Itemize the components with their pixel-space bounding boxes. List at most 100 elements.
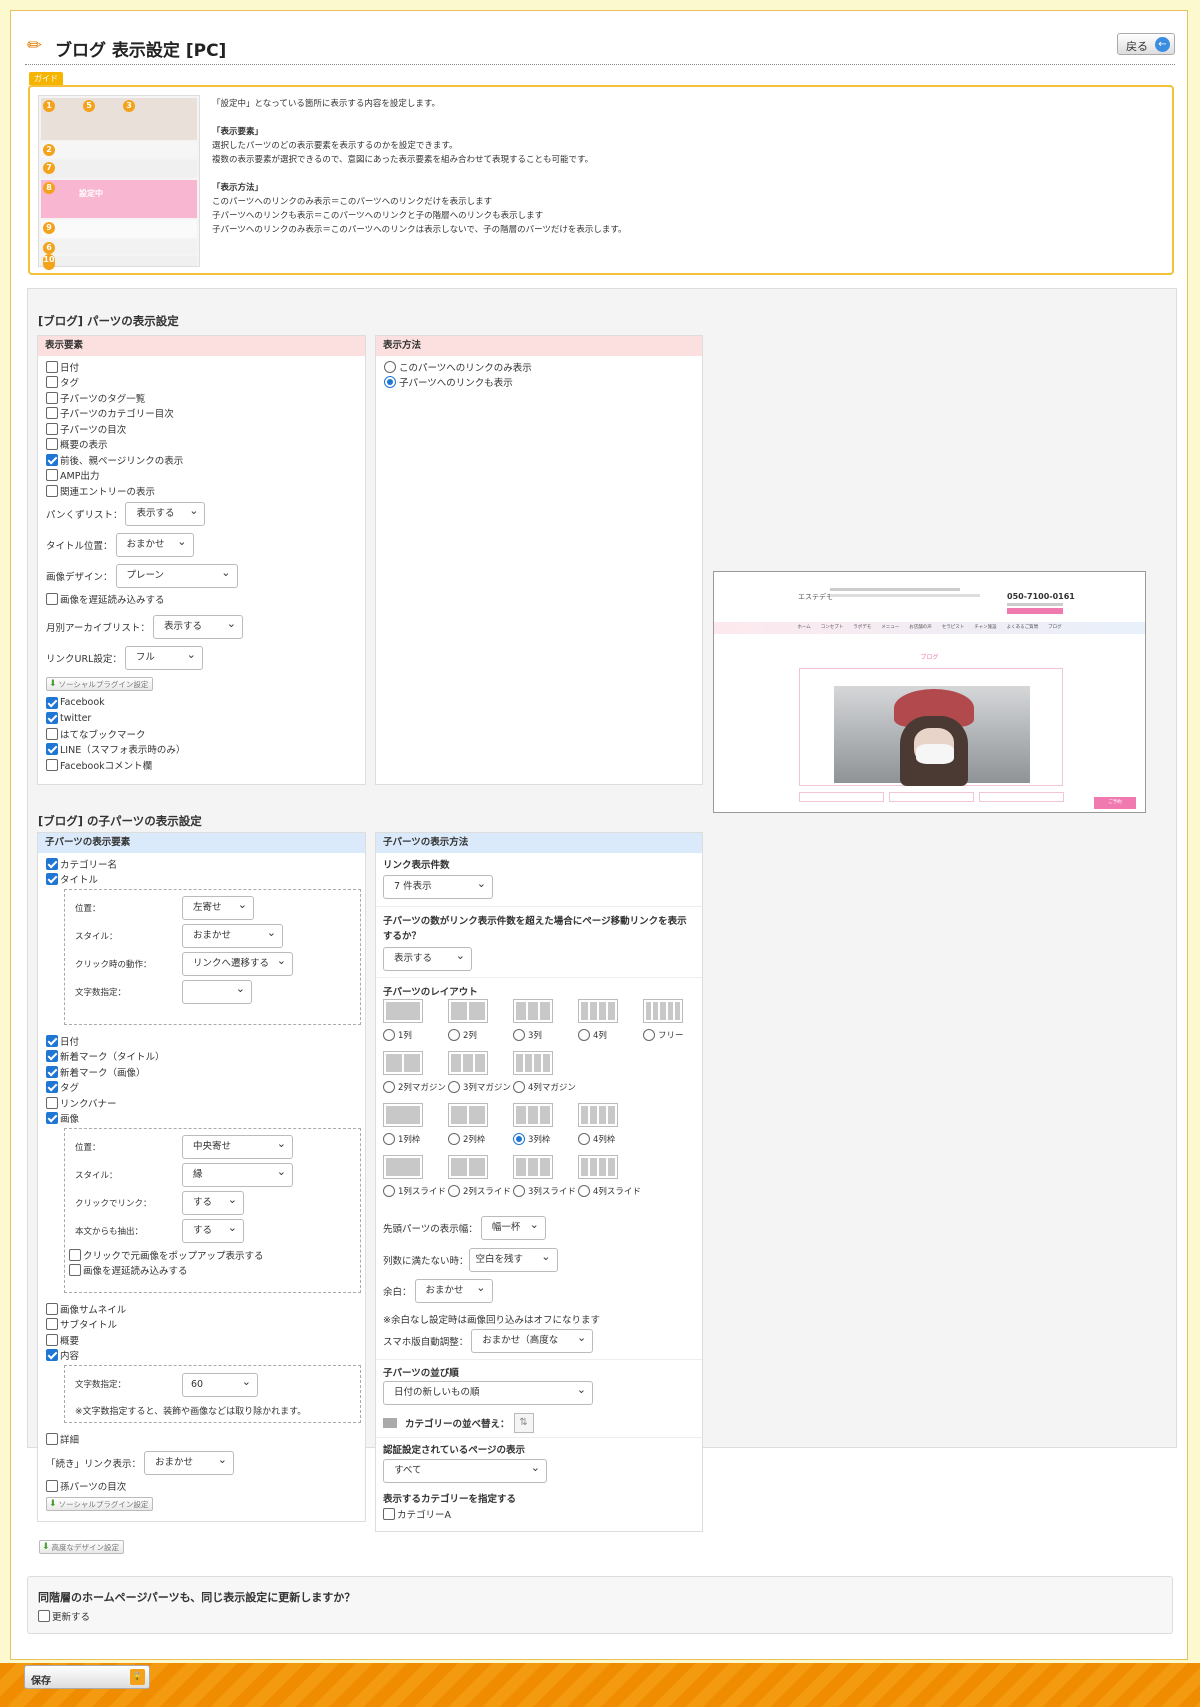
margin-select[interactable]: おまかせ xyxy=(414,1277,493,1303)
layout-icon[interactable] xyxy=(448,1155,488,1179)
layout-radio[interactable]: 3列マガジン xyxy=(448,1079,511,1095)
child-element-checkbox[interactable]: 新着マーク（タイトル） xyxy=(46,1049,365,1065)
layout-icon[interactable] xyxy=(383,999,423,1023)
option-select[interactable]: リンクへ遷移する xyxy=(182,950,293,976)
auth-select[interactable]: すべて xyxy=(383,1457,547,1483)
guide-line: 子パーツへのリンクも表示＝このパーツへのリンクと子の階層へのリンクも表示します xyxy=(212,211,544,221)
element-checkbox[interactable]: 子パーツのタグ一覧 xyxy=(46,390,365,406)
child-element-checkbox[interactable]: 画像 xyxy=(46,1111,365,1127)
social-plugin-button[interactable]: ⬇ ソーシャルプラグイン設定 xyxy=(46,677,154,691)
child-social-plugin-button[interactable]: ⬇ ソーシャルプラグイン設定 xyxy=(46,1497,154,1511)
guide-tag: ガイド xyxy=(29,72,63,85)
layout-radio[interactable]: 2列 xyxy=(448,1027,477,1043)
layout-radio[interactable]: 4列スライド xyxy=(578,1183,641,1199)
display-method-radio[interactable]: 子パーツへのリンクも表示 xyxy=(384,375,702,391)
layout-icon[interactable] xyxy=(513,1155,553,1179)
layout-radio[interactable]: 2列スライド xyxy=(448,1183,511,1199)
page-header: ✏ ブログ 表示設定 [PC] 戻る ← xyxy=(25,19,1175,65)
order-select[interactable]: 日付の新しいもの順 xyxy=(383,1379,593,1405)
link-url-select[interactable]: フル xyxy=(124,644,203,670)
layout-radio[interactable]: 3列スライド xyxy=(513,1183,576,1199)
layout-radio[interactable]: 3列枠 xyxy=(513,1131,550,1147)
child-element-checkbox[interactable]: 概要 xyxy=(46,1332,365,1348)
element-checkbox[interactable]: 子パーツのカテゴリー目次 xyxy=(46,406,365,422)
layout-icon[interactable] xyxy=(448,1051,488,1075)
sync-checkbox[interactable]: 更新する xyxy=(38,1608,90,1624)
detail-checkbox[interactable]: 詳細 xyxy=(46,1431,365,1447)
element-checkbox[interactable]: 日付 xyxy=(46,359,365,375)
lazy-load-checkbox[interactable]: 画像を遅延読み込みする xyxy=(46,592,365,608)
layout-icon[interactable] xyxy=(643,999,683,1023)
advanced-design-button[interactable]: ⬇ 高度なデザイン設定 xyxy=(39,1540,125,1554)
element-checkbox[interactable]: 関連エントリーの表示 xyxy=(46,483,365,499)
element-checkbox[interactable]: AMP出力 xyxy=(46,468,365,484)
image-design-select[interactable]: プレーン xyxy=(115,562,238,588)
layout-radio[interactable]: 2列マガジン xyxy=(383,1079,446,1095)
layout-icon[interactable] xyxy=(383,1051,423,1075)
shortfall-select[interactable]: 空白を残す xyxy=(468,1246,558,1272)
layout-icon[interactable] xyxy=(578,1103,618,1127)
social-checkbox[interactable]: twitter xyxy=(46,711,365,727)
child-element-checkbox[interactable]: サブタイトル xyxy=(46,1317,365,1333)
layout-radio[interactable]: 4列枠 xyxy=(578,1131,615,1147)
layout-radio[interactable]: 1列 xyxy=(383,1027,412,1043)
layout-radio[interactable]: 4列 xyxy=(578,1027,607,1043)
display-method-radio[interactable]: このパーツへのリンクのみ表示 xyxy=(384,359,702,375)
option-select[interactable] xyxy=(182,978,252,1004)
link-count-select[interactable]: 7 件表示 xyxy=(383,873,493,899)
grandchild-toc-checkbox[interactable]: 孫パーツの目次 xyxy=(46,1479,365,1495)
category-sort-button[interactable]: ⇅ xyxy=(513,1413,534,1433)
category-checkbox[interactable]: カテゴリーA xyxy=(383,1506,451,1522)
social-checkbox[interactable]: Facebookコメント欄 xyxy=(46,757,365,773)
layout-icon[interactable] xyxy=(578,999,618,1023)
archive-select[interactable]: 表示する xyxy=(152,613,243,639)
social-checkbox[interactable]: はてなブックマーク xyxy=(46,726,365,742)
element-checkbox[interactable]: 子パーツの目次 xyxy=(46,421,365,437)
element-checkbox[interactable]: 前後、親ページリンクの表示 xyxy=(46,452,365,468)
child-element-checkbox[interactable]: 新着マーク（画像） xyxy=(46,1064,365,1080)
preview-thumbnail: エステデモ 050-7100-0161 ホーム コンセプト ラボデモ メニュー お店舗の… xyxy=(713,571,1146,813)
more-link-select[interactable]: おまかせ xyxy=(144,1449,235,1475)
option-select[interactable]: おまかせ xyxy=(182,922,283,948)
layout-icon[interactable] xyxy=(513,999,553,1023)
social-checkbox[interactable]: LINE（スマフォ表示時のみ） xyxy=(46,742,365,758)
option-select[interactable]: 縁 xyxy=(182,1161,293,1187)
image-option-checkbox[interactable]: クリックで元画像をポップアップ表示する xyxy=(69,1247,264,1263)
element-checkbox[interactable]: 概要の表示 xyxy=(46,437,365,453)
child-element-checkbox[interactable]: タグ xyxy=(46,1080,365,1096)
layout-radio[interactable]: 3列 xyxy=(513,1027,542,1043)
layout-icon[interactable] xyxy=(513,1103,553,1127)
layout-icon[interactable] xyxy=(383,1155,423,1179)
layout-icon[interactable] xyxy=(448,1103,488,1127)
layout-radio[interactable]: 4列マガジン xyxy=(513,1079,576,1095)
layout-icon[interactable] xyxy=(513,1051,553,1075)
sp-adjust-select[interactable]: おまかせ（高度な xyxy=(471,1327,594,1353)
child-element-checkbox[interactable]: リンクバナー xyxy=(46,1095,365,1111)
layout-icon[interactable] xyxy=(448,999,488,1023)
layout-radio[interactable]: フリー xyxy=(643,1027,684,1043)
child-element-checkbox[interactable]: カテゴリー名 xyxy=(46,856,365,872)
social-checkbox[interactable]: Facebook xyxy=(46,695,365,711)
option-select[interactable]: 左寄せ xyxy=(182,894,254,920)
lead-width-select[interactable]: 幅一杯 xyxy=(480,1214,546,1240)
layout-radio[interactable]: 1列枠 xyxy=(383,1131,420,1147)
paging-select[interactable]: 表示する xyxy=(383,945,472,971)
layout-icon[interactable] xyxy=(578,1155,618,1179)
image-option-checkbox[interactable]: 画像を遅延読み込みする xyxy=(69,1262,188,1278)
breadcrumb-select[interactable]: 表示する xyxy=(125,500,206,526)
child-element-checkbox[interactable]: 日付 xyxy=(46,1033,365,1049)
option-select[interactable]: する xyxy=(182,1217,244,1243)
option-select[interactable]: する xyxy=(182,1189,244,1215)
option-select[interactable]: 中央寄せ xyxy=(182,1133,293,1159)
layout-radio[interactable]: 2列枠 xyxy=(448,1131,485,1147)
layout-radio[interactable]: 1列スライド xyxy=(383,1183,446,1199)
element-checkbox[interactable]: タグ xyxy=(46,375,365,391)
content-length-input[interactable]: 60 xyxy=(182,1371,258,1397)
child-element-checkbox[interactable]: 内容 xyxy=(46,1348,365,1364)
child-element-checkbox[interactable]: 画像サムネイル xyxy=(46,1301,365,1317)
title-position-select[interactable]: おまかせ xyxy=(115,531,194,557)
back-button[interactable]: 戻る ← xyxy=(1117,33,1175,55)
child-element-checkbox[interactable]: タイトル xyxy=(46,872,365,888)
save-button[interactable]: 保存 🔒 xyxy=(24,1665,150,1689)
layout-icon[interactable] xyxy=(383,1103,423,1127)
